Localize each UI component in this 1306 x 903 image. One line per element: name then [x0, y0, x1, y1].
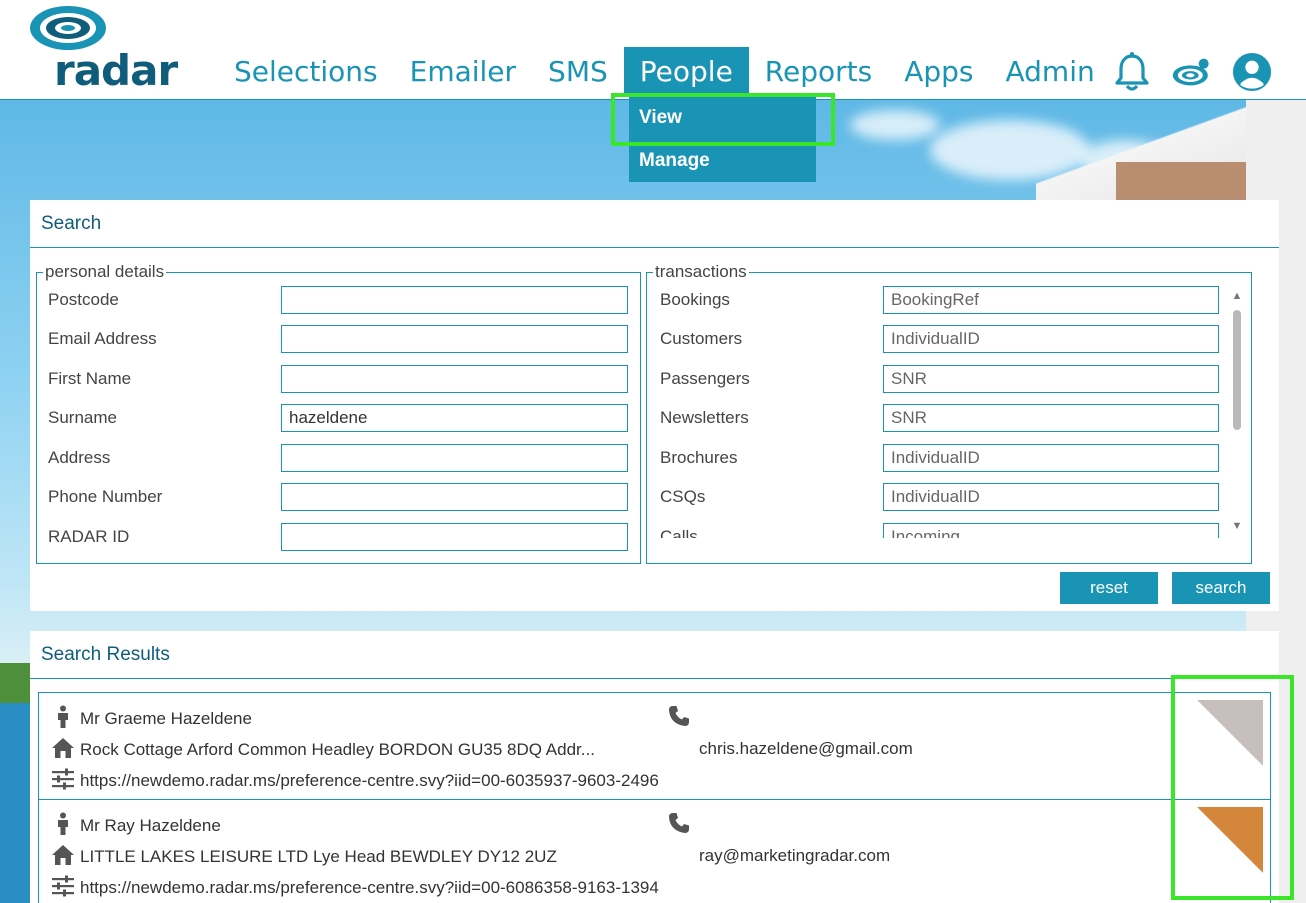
user-account-icon[interactable] [1232, 52, 1272, 92]
search-button[interactable]: search [1172, 572, 1270, 604]
surname-row: Surname [36, 404, 641, 432]
postcode-label: Postcode [48, 290, 119, 309]
calls-row: Calls [648, 523, 1228, 538]
phone-input[interactable] [281, 483, 628, 511]
result-email[interactable]: chris.hazeldene@gmail.com [699, 739, 913, 759]
csqs-row: CSQs [648, 483, 1228, 511]
main-nav: Selections Emailer SMS People Reports Ap… [218, 47, 1111, 97]
newsletters-input[interactable] [883, 404, 1219, 432]
email-row: Email Address [36, 325, 641, 353]
result-name[interactable]: Mr Ray Hazeldene [80, 816, 221, 836]
result-email[interactable]: ray@marketingradar.com [699, 846, 890, 866]
nav-apps[interactable]: Apps [888, 47, 989, 97]
search-panel: Search personal details Postcode Email A… [30, 200, 1279, 611]
scroll-down-arrow-icon[interactable]: ▼ [1231, 520, 1243, 532]
surname-label: Surname [48, 408, 117, 427]
person-icon [58, 705, 68, 728]
personal-details-fields: Postcode Email Address First Name Surnam… [36, 286, 641, 556]
highlight-box-view [611, 93, 835, 146]
highlight-box-thumbnails [1171, 675, 1294, 900]
csqs-label: CSQs [660, 487, 706, 506]
top-header: radar Selections Emailer SMS People Repo… [0, 0, 1306, 100]
nav-selections[interactable]: Selections [218, 47, 394, 97]
radar-logo[interactable]: radar [26, 4, 178, 95]
nav-sms[interactable]: SMS [532, 47, 624, 97]
calls-input[interactable] [883, 523, 1219, 538]
person-icon [58, 812, 68, 835]
email-input[interactable] [281, 325, 628, 353]
address-label: Address [48, 448, 111, 467]
scrollbar-thumb[interactable] [1233, 310, 1241, 430]
brochures-label: Brochures [660, 448, 738, 467]
results-panel: Search Results Mr Graeme Hazeldene Rock … [30, 631, 1279, 903]
nav-admin[interactable]: Admin [990, 47, 1111, 97]
phone-icon [669, 706, 689, 726]
bell-icon[interactable] [1112, 52, 1152, 92]
phone-label: Phone Number [48, 487, 163, 506]
newsletters-label: Newsletters [660, 408, 749, 427]
csqs-input[interactable] [883, 483, 1219, 511]
email-label: Email Address [48, 329, 157, 348]
customers-label: Customers [660, 329, 743, 348]
results-panel-title: Search Results [30, 631, 1279, 679]
surname-input[interactable] [281, 404, 628, 432]
bookings-row: Bookings [648, 286, 1228, 314]
radar-id-label: RADAR ID [48, 527, 130, 546]
results-list: Mr Graeme Hazeldene Rock Cottage Arford … [38, 692, 1271, 903]
passengers-input[interactable] [883, 365, 1219, 393]
preferences-sliders-icon [52, 768, 74, 790]
radar-logo-icon [30, 6, 106, 50]
nav-emailer[interactable]: Emailer [394, 47, 532, 97]
result-preference-url[interactable]: https://newdemo.radar.ms/preference-cent… [80, 771, 659, 791]
result-address: LITTLE LAKES LEISURE LTD Lye Head BEWDLE… [80, 847, 557, 866]
nav-reports[interactable]: Reports [749, 47, 888, 97]
phone-row: Phone Number [36, 483, 641, 511]
result-row[interactable]: Mr Graeme Hazeldene Rock Cottage Arford … [39, 693, 1270, 799]
first-name-row: First Name [36, 365, 641, 393]
brochures-row: Brochures [648, 444, 1228, 472]
result-preference-url[interactable]: https://newdemo.radar.ms/preference-cent… [80, 878, 659, 898]
customers-row: Customers [648, 325, 1228, 353]
transactions-fields: Bookings Customers Passengers Newsletter… [648, 286, 1228, 538]
home-icon [52, 845, 74, 865]
postcode-row: Postcode [36, 286, 641, 314]
bookings-input[interactable] [883, 286, 1219, 314]
transactions-legend: transactions [655, 262, 747, 281]
passengers-label: Passengers [660, 369, 750, 388]
result-address: Rock Cottage Arford Common Headley BORDO… [80, 740, 595, 759]
address-input[interactable] [281, 444, 628, 472]
newsletters-row: Newsletters [648, 404, 1228, 432]
reset-button[interactable]: reset [1060, 572, 1158, 604]
search-panel-title: Search [30, 200, 1279, 248]
radar-notification-icon[interactable] [1172, 52, 1212, 92]
scroll-up-arrow-icon[interactable]: ▲ [1231, 290, 1243, 302]
customers-input[interactable] [883, 325, 1219, 353]
address-row: Address [36, 444, 641, 472]
first-name-label: First Name [48, 369, 132, 388]
first-name-input[interactable] [281, 365, 628, 393]
home-icon [52, 738, 74, 758]
postcode-input[interactable] [281, 286, 628, 314]
logo-text: radar [54, 46, 178, 95]
radar-id-input[interactable] [281, 523, 628, 551]
personal-details-legend: personal details [45, 262, 165, 281]
preferences-sliders-icon [52, 875, 74, 897]
calls-label: Calls [660, 527, 698, 538]
radar-id-row: RADAR ID [36, 523, 641, 551]
passengers-row: Passengers [648, 365, 1228, 393]
bookings-label: Bookings [660, 290, 730, 309]
result-row[interactable]: Mr Ray Hazeldene LITTLE LAKES LEISURE LT… [39, 799, 1270, 903]
brochures-input[interactable] [883, 444, 1219, 472]
nav-people[interactable]: People [623, 47, 749, 97]
result-name[interactable]: Mr Graeme Hazeldene [80, 709, 252, 729]
transactions-scrollbar[interactable]: ▲ ▼ [1231, 290, 1243, 534]
phone-icon [669, 813, 689, 833]
header-icons [1112, 50, 1272, 94]
